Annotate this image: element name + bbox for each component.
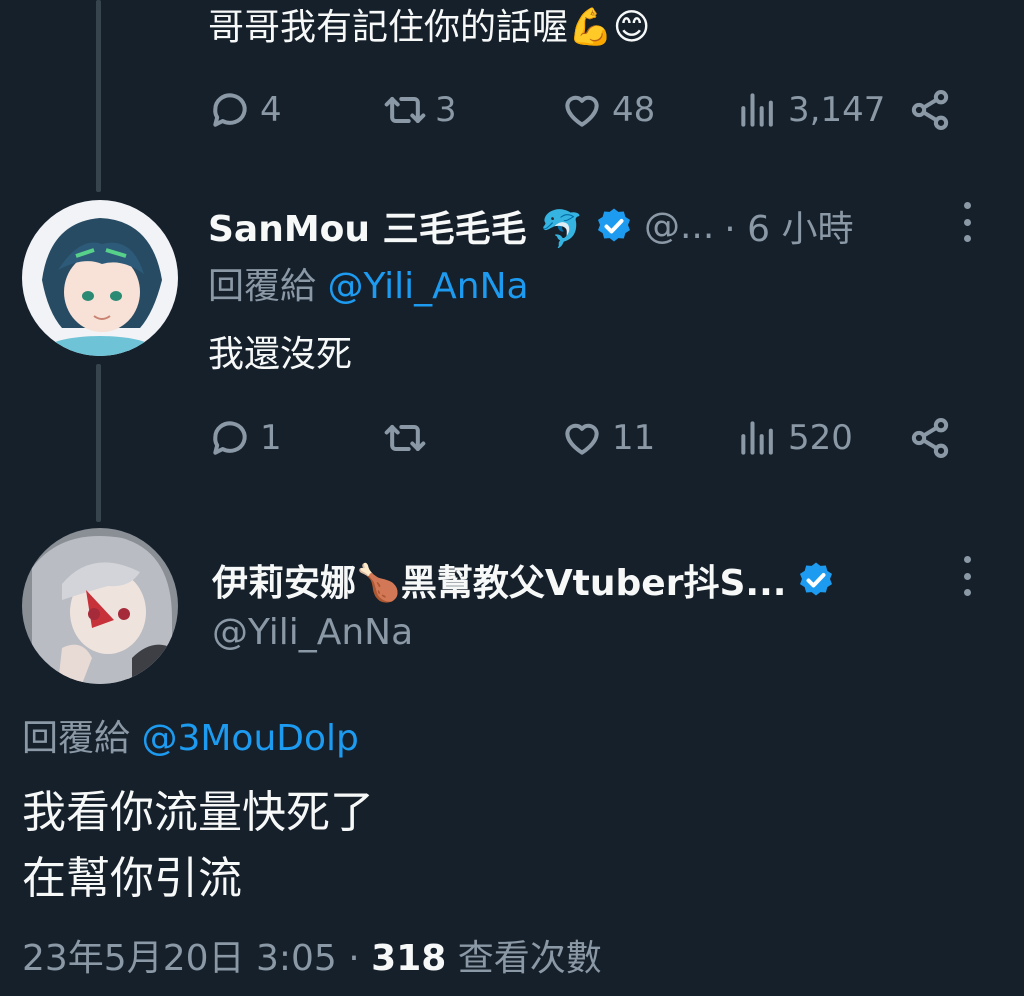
share-icon — [911, 90, 949, 130]
avatar-sanmou-image — [22, 200, 178, 356]
more-icon[interactable] — [957, 556, 977, 596]
avatar-yili[interactable] — [22, 528, 178, 684]
retweet-button[interactable] — [383, 408, 435, 468]
retweet-icon — [384, 96, 426, 124]
heart-icon — [565, 95, 599, 127]
reply-button[interactable]: 4 — [208, 80, 282, 140]
like-button[interactable]: 11 — [560, 408, 655, 468]
verified-badge-icon — [597, 208, 630, 242]
view-count: 318 — [371, 938, 447, 979]
reply-button[interactable]: 1 — [208, 408, 282, 468]
share-button[interactable] — [908, 408, 952, 468]
share-button[interactable] — [908, 80, 952, 140]
avatar-sanmou[interactable] — [22, 200, 178, 356]
reply-count: 1 — [260, 418, 282, 458]
tweet2-header: SanMou 三毛毛毛 🐬 @... · 6 小時 — [208, 198, 928, 254]
main-tweet-header: 伊莉安娜🍗黑幫教父Vtuber抖S... — [212, 552, 932, 608]
retweet-count: 3 — [435, 90, 457, 130]
reply-count: 4 — [260, 90, 282, 130]
tweet1-text: 哥哥我有記住你的話喔💪😊 — [208, 7, 651, 48]
heart-icon — [565, 423, 599, 455]
views-icon — [741, 421, 773, 455]
tweet-meta: 23年5月20日 3:05 · 318 查看次數 — [22, 934, 602, 984]
like-button[interactable]: 48 — [560, 80, 655, 140]
author-handle[interactable]: @Yili_AnNa — [212, 608, 413, 658]
retweet-button[interactable]: 3 — [383, 80, 457, 140]
reply-to-link[interactable]: @Yili_AnNa — [327, 266, 528, 307]
view-label: 查看次數 — [446, 938, 602, 979]
views-button[interactable]: 520 — [736, 408, 853, 468]
more-icon[interactable] — [957, 202, 977, 242]
reply-prefix: 回覆給 — [22, 718, 142, 759]
tweet1-actions: 4 3 48 3,147 — [208, 80, 968, 140]
views-button[interactable]: 3,147 — [736, 80, 885, 140]
views-icon — [741, 93, 773, 127]
reply-icon — [213, 93, 247, 127]
reply-to-link[interactable]: @3MouDolp — [141, 718, 358, 759]
author-handle[interactable]: @... — [644, 206, 714, 247]
tweet2-text: 我還沒死 — [208, 334, 353, 375]
reply-icon — [213, 421, 247, 455]
reply-to-line: 回覆給 @3MouDolp — [22, 714, 359, 764]
like-count: 48 — [612, 90, 656, 130]
thread-line-top — [96, 0, 101, 192]
reply-prefix: 回覆給 — [208, 266, 328, 307]
reply-to-line: 回覆給 @Yili_AnNa — [208, 262, 529, 312]
tweet2-actions: 1 11 520 — [208, 408, 968, 468]
thread-line-middle — [96, 364, 101, 522]
like-count: 11 — [612, 418, 656, 458]
author-name[interactable]: SanMou 三毛毛毛 🐬 — [208, 200, 584, 252]
views-count: 3,147 — [788, 90, 886, 130]
avatar-yili-image — [22, 528, 178, 684]
main-tweet-text-line1: 我看你流量快死了 — [22, 787, 374, 838]
author-name[interactable]: 伊莉安娜🍗黑幫教父Vtuber抖S... — [212, 554, 786, 606]
main-tweet-text: 我看你流量快死了 在幫你引流 — [22, 780, 374, 912]
retweet-icon — [384, 424, 426, 452]
views-count: 520 — [788, 418, 853, 458]
main-tweet-text-line2: 在幫你引流 — [22, 853, 242, 904]
share-icon — [911, 418, 949, 458]
timestamp[interactable]: 23年5月20日 3:05 · — [22, 938, 371, 979]
tweet-time[interactable]: · 6 小時 — [724, 200, 853, 252]
verified-badge-icon — [800, 562, 833, 596]
